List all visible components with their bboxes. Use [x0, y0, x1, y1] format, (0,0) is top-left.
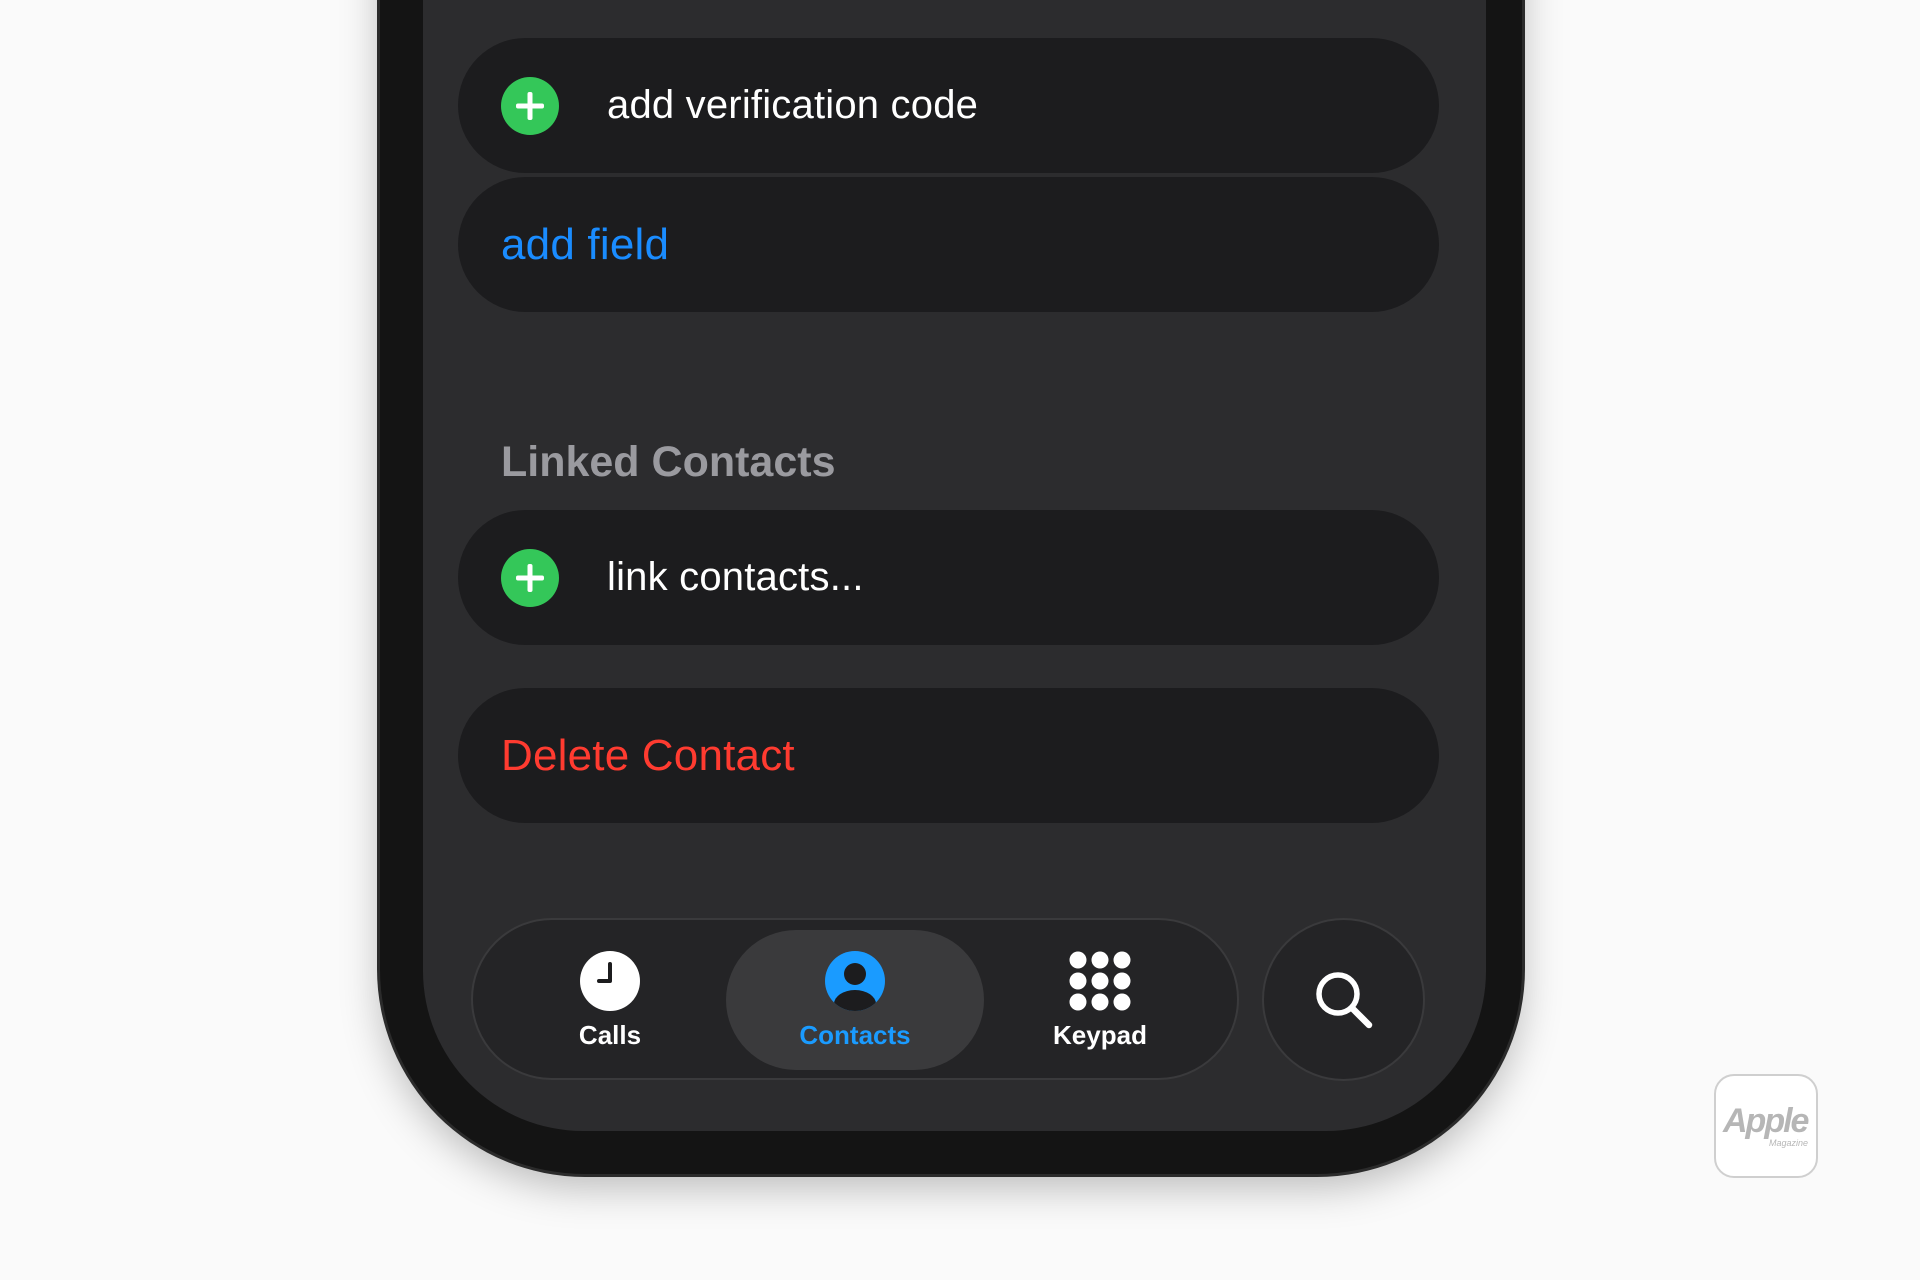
keypad-icon — [1068, 950, 1132, 1012]
delete-contact-row[interactable]: Delete Contact — [458, 688, 1439, 823]
link-contacts-label: link contacts... — [607, 555, 864, 599]
tab-keypad[interactable]: Keypad — [971, 930, 1229, 1070]
clock-icon — [579, 950, 641, 1012]
add-verification-code-label: add verification code — [607, 83, 979, 127]
apple-magazine-logo: Apple Magazine — [1714, 1074, 1818, 1178]
link-contacts-row[interactable]: link contacts... — [458, 510, 1439, 645]
add-verification-code-row[interactable]: add verification code — [458, 38, 1439, 173]
plus-circle-icon — [501, 76, 559, 135]
tab-bar: Calls Contacts Keypad — [471, 918, 1239, 1080]
watermark-text: Apple — [1723, 1102, 1809, 1140]
watermark-subtext: Magazine — [1768, 1138, 1808, 1148]
tab-calls[interactable]: Calls — [481, 930, 739, 1070]
tab-contacts-label: Contacts — [799, 1019, 911, 1050]
add-field-label: add field — [501, 219, 670, 269]
plus-circle-icon — [501, 548, 559, 607]
tab-contacts[interactable]: Contacts — [726, 930, 984, 1070]
person-icon — [824, 950, 886, 1012]
search-icon — [1312, 968, 1376, 1032]
tab-calls-label: Calls — [578, 1019, 642, 1050]
add-field-row[interactable]: add field — [458, 177, 1439, 312]
tab-keypad-label: Keypad — [1053, 1019, 1147, 1050]
delete-contact-label: Delete Contact — [501, 730, 795, 780]
phone-screen: add verification code add field Linked C… — [423, 0, 1486, 1131]
linked-contacts-header: Linked Contacts — [501, 438, 836, 486]
search-button[interactable] — [1262, 918, 1425, 1081]
